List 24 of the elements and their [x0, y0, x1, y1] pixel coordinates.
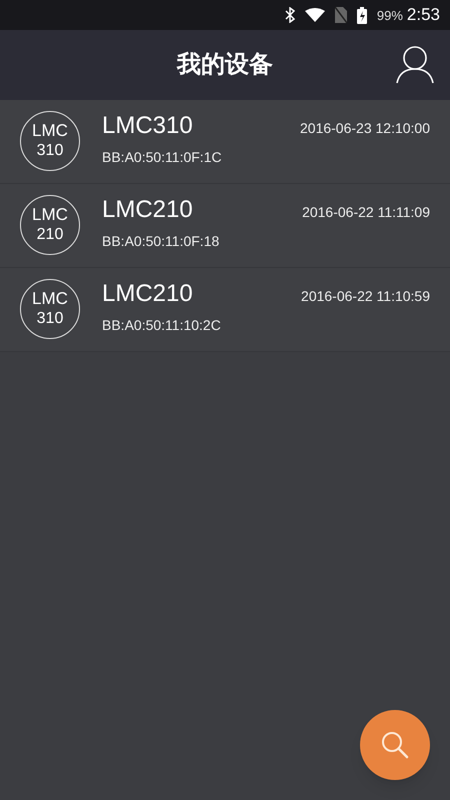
device-address: BB:A0:50:11:0F:1C — [102, 148, 223, 167]
device-date: 2016-06-22 11:10:59 — [301, 287, 430, 306]
search-icon — [380, 730, 410, 760]
device-date: 2016-06-22 11:11:09 — [302, 203, 430, 222]
user-icon[interactable] — [396, 44, 434, 84]
badge-number: 210 — [36, 225, 64, 245]
badge-model: LMC — [32, 289, 68, 309]
device-address: BB:A0:50:11:0F:18 — [102, 232, 220, 251]
badge-model: LMC — [32, 121, 68, 141]
device-address: BB:A0:50:11:10:2C — [102, 316, 222, 335]
badge-number: 310 — [36, 141, 64, 161]
device-name: LMC210 — [102, 195, 194, 225]
no-sim-icon — [334, 7, 347, 23]
page-title: 我的设备 — [177, 50, 273, 80]
battery-charging-icon — [356, 6, 367, 24]
device-name: LMC210 — [102, 279, 194, 309]
device-name: LMC310 — [102, 111, 194, 141]
badge-number: 310 — [36, 309, 64, 329]
bluetooth-icon — [284, 7, 295, 23]
wifi-icon — [304, 8, 325, 22]
battery-percent: 99% — [376, 7, 403, 26]
clock: 2:53 — [406, 4, 440, 26]
device-date: 2016-06-23 12:10:00 — [300, 119, 430, 138]
badge-model: LMC — [32, 205, 68, 225]
